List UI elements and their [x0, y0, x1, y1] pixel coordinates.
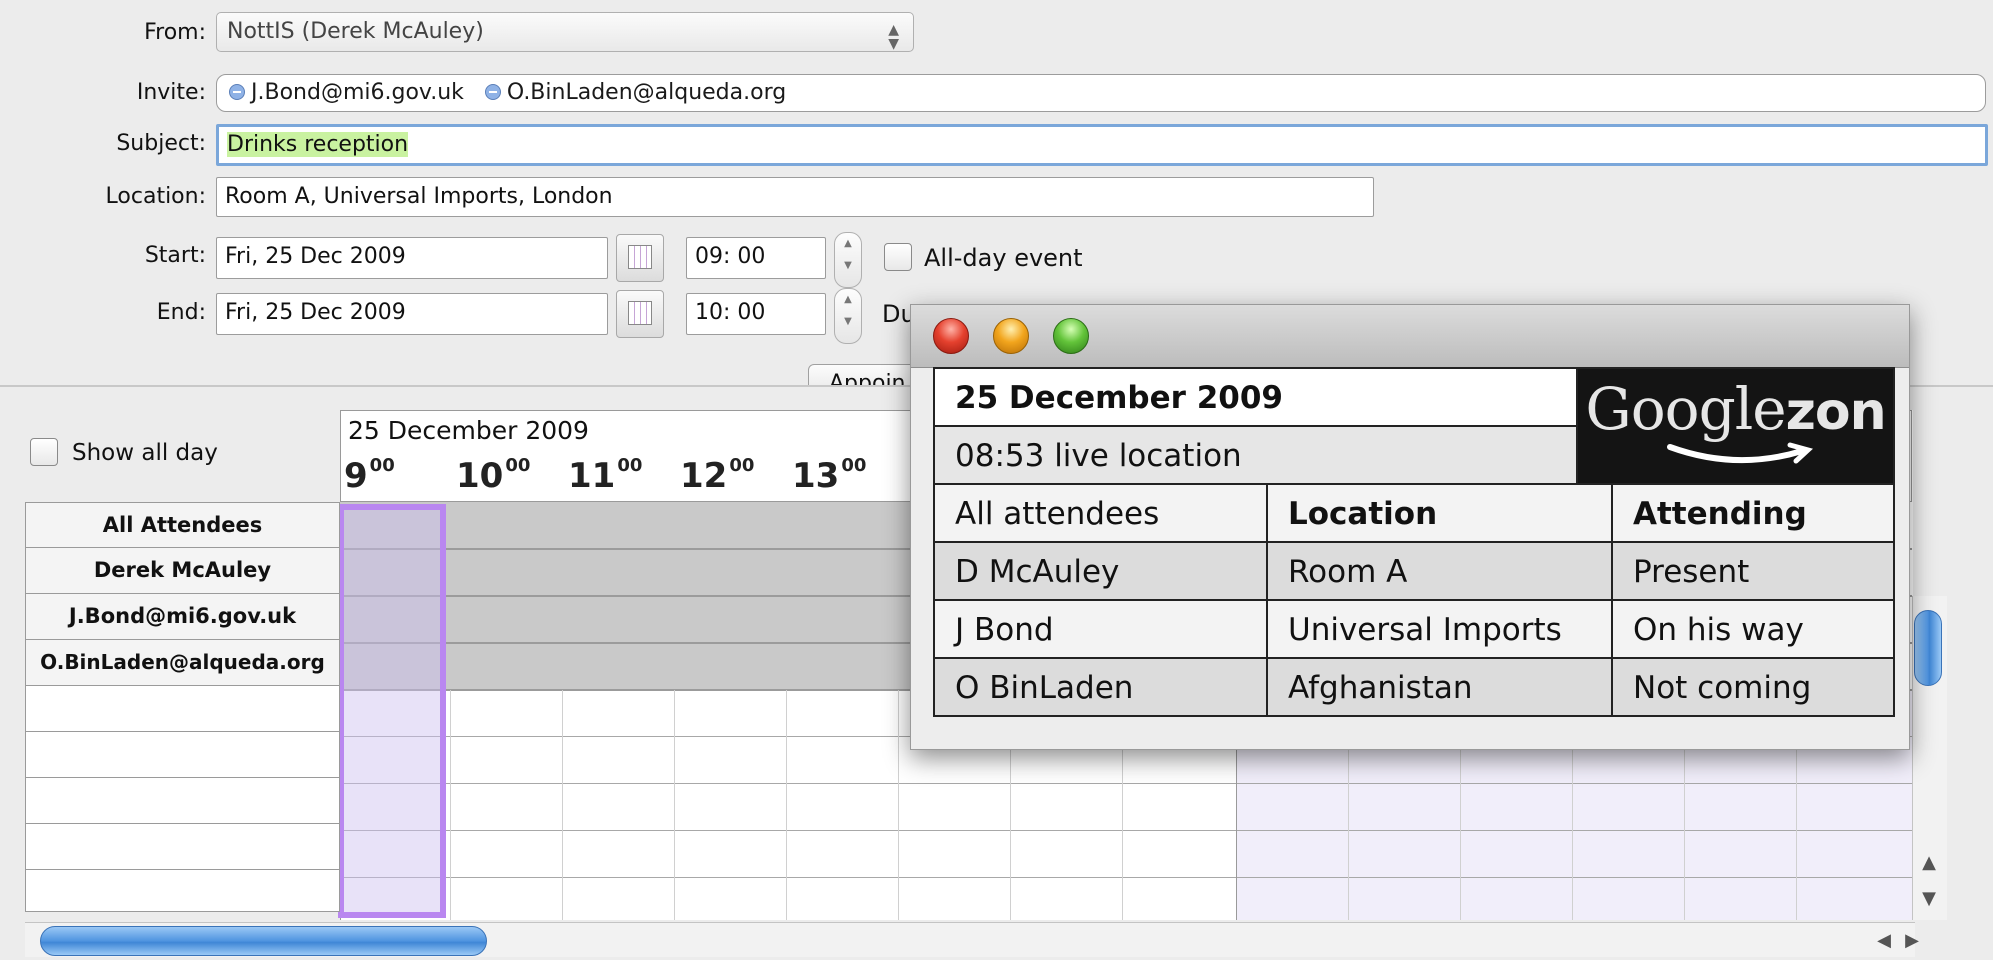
end-label: End:: [156, 300, 206, 325]
live-location-window: 25 December 2009 08:53 live location Goo…: [910, 304, 1910, 750]
start-calendar-button[interactable]: [616, 234, 664, 282]
hour-divider: [786, 690, 787, 920]
table-cell: D McAuley: [933, 541, 1268, 601]
row-divider: [340, 783, 1912, 784]
select-arrows-icon: ▲ ▼: [888, 22, 899, 52]
empty-row: [25, 732, 340, 778]
start-time-value: 09: 00: [695, 244, 766, 269]
start-time-field[interactable]: 09: 00: [686, 237, 826, 279]
stepper-up-icon: ▲: [844, 294, 852, 305]
contact-token-icon: [229, 84, 245, 100]
allday-checkbox[interactable]: [884, 243, 912, 271]
empty-row: [25, 686, 340, 732]
end-date-field[interactable]: Fri, 25 Dec 2009: [216, 293, 608, 335]
minimize-icon[interactable]: [993, 318, 1029, 354]
allday-label: All-day event: [924, 244, 1083, 272]
table-cell: O BinLaden: [933, 657, 1268, 717]
location-value: Room A, Universal Imports, London: [225, 184, 613, 209]
table-cell: Room A: [1266, 541, 1613, 601]
table-cell: Present: [1611, 541, 1895, 601]
attendee-row[interactable]: O.BinLaden@alqueda.org: [25, 640, 340, 686]
from-value: NottIS (Derek McAuley): [227, 19, 484, 44]
googlezon-logo: Googlezon: [1576, 367, 1895, 485]
hour-divider: [898, 690, 899, 920]
horizontal-scroll-thumb[interactable]: [40, 926, 487, 956]
start-date-value: Fri, 25 Dec 2009: [225, 244, 406, 269]
logo-suffix: zon: [1785, 382, 1887, 442]
close-icon[interactable]: [933, 318, 969, 354]
zoom-icon[interactable]: [1053, 318, 1089, 354]
hour-divider: [562, 690, 563, 920]
start-time-stepper[interactable]: ▲ ▼: [834, 232, 862, 288]
invitee-token[interactable]: O.BinLaden@alqueda.org: [507, 80, 786, 105]
empty-row: [25, 778, 340, 824]
table-cell: Universal Imports: [1266, 599, 1613, 659]
from-label: From:: [144, 20, 206, 45]
end-calendar-button[interactable]: [616, 290, 664, 338]
scroll-down-icon[interactable]: ▼: [1915, 888, 1943, 909]
vertical-scroll-thumb[interactable]: [1914, 610, 1942, 686]
table-cell: Afghanistan: [1266, 657, 1613, 717]
popup-live-location: 08:53 live location: [933, 425, 1578, 485]
subject-label: Subject:: [116, 131, 206, 156]
table-cell: Not coming: [1611, 657, 1895, 717]
start-label: Start:: [144, 243, 206, 268]
selected-timeslot[interactable]: [338, 504, 446, 918]
calendar-icon: [628, 245, 652, 269]
end-time-stepper[interactable]: ▲ ▼: [834, 288, 862, 344]
col-header-attendees: All attendees: [933, 483, 1268, 543]
row-divider: [340, 830, 1912, 831]
scroll-right-icon[interactable]: ▶: [1898, 930, 1926, 951]
subject-value: Drinks reception: [227, 132, 409, 157]
show-all-day-checkbox[interactable]: [30, 438, 58, 466]
start-date-field[interactable]: Fri, 25 Dec 2009: [216, 237, 608, 279]
stepper-up-icon: ▲: [844, 238, 852, 249]
row-divider: [340, 877, 1912, 878]
subject-field[interactable]: Drinks reception: [216, 124, 1988, 166]
logo-text: Google: [1585, 375, 1786, 443]
table-cell: On his way: [1611, 599, 1895, 659]
from-select[interactable]: NottIS (Derek McAuley) ▲ ▼: [216, 12, 914, 52]
stepper-down-icon: ▼: [844, 260, 852, 271]
hour-label: 12 00: [680, 455, 755, 496]
show-all-day-label: Show all day: [72, 440, 218, 466]
hour-label: 11 00: [568, 455, 643, 496]
invite-field[interactable]: J.Bond@mi6.gov.uk O.BinLaden@alqueda.org: [216, 74, 1986, 112]
invite-label: Invite:: [136, 80, 206, 105]
empty-row: [25, 870, 340, 912]
end-time-value: 10: 00: [695, 300, 766, 325]
invitee-token[interactable]: J.Bond@mi6.gov.uk: [251, 80, 464, 105]
end-date-value: Fri, 25 Dec 2009: [225, 300, 406, 325]
attendee-list: All Attendees Derek McAuley J.Bond@mi6.g…: [25, 502, 340, 912]
hour-label: 13 00: [792, 455, 867, 496]
empty-row: [25, 824, 340, 870]
table-cell: J Bond: [933, 599, 1268, 659]
location-field[interactable]: Room A, Universal Imports, London: [216, 177, 1374, 217]
location-label: Location:: [105, 184, 206, 209]
end-time-field[interactable]: 10: 00: [686, 293, 826, 335]
calendar-icon: [628, 301, 652, 325]
hour-divider: [450, 690, 451, 920]
attendee-row[interactable]: All Attendees: [25, 502, 340, 548]
scroll-up-icon[interactable]: ▲: [1915, 852, 1943, 873]
popup-date: 25 December 2009: [933, 367, 1578, 427]
stepper-down-icon: ▼: [844, 316, 852, 327]
timeline-date: 25 December 2009: [348, 416, 589, 445]
window-titlebar[interactable]: [911, 305, 1909, 368]
contact-token-icon: [484, 84, 501, 100]
hour-divider: [674, 690, 675, 920]
col-header-attending: Attending: [1611, 483, 1895, 543]
smile-arrow-icon: [1667, 442, 1814, 464]
attendee-row[interactable]: J.Bond@mi6.gov.uk: [25, 594, 340, 640]
scroll-left-icon[interactable]: ◀: [1870, 930, 1898, 951]
hour-label: 10 00: [456, 455, 531, 496]
hour-label: 9 00: [344, 455, 395, 496]
col-header-location: Location: [1266, 483, 1613, 543]
attendee-row[interactable]: Derek McAuley: [25, 548, 340, 594]
